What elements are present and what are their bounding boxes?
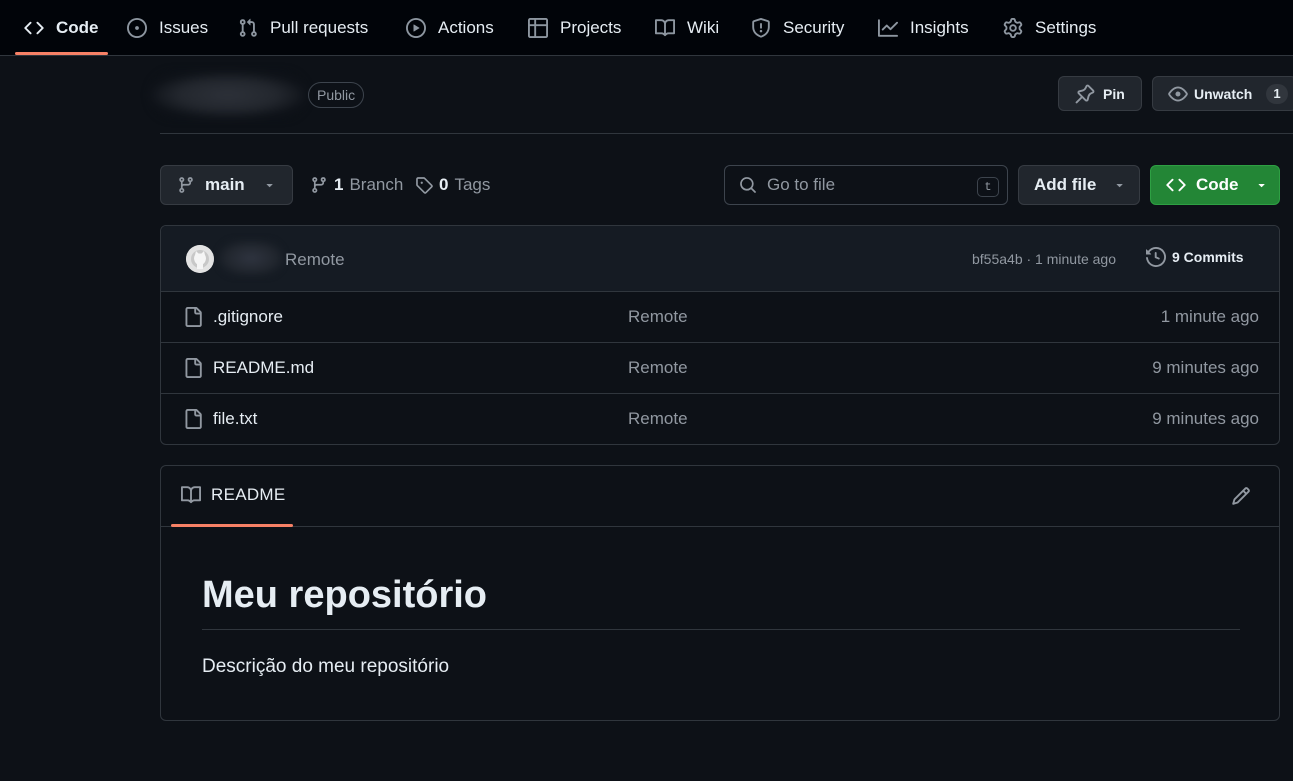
search-input[interactable] — [767, 175, 957, 195]
tab-projects[interactable]: Projects — [528, 0, 621, 55]
tab-label: Code — [56, 17, 99, 37]
file-commit-date: 1 minute ago — [1160, 307, 1259, 326]
tags-link[interactable]: 0 Tags — [415, 174, 490, 196]
book-icon — [655, 18, 675, 38]
pin-icon — [1075, 84, 1095, 104]
author-name-redacted — [218, 240, 284, 276]
latest-commit-message[interactable]: Remote — [285, 250, 345, 270]
pull-request-icon — [238, 18, 258, 38]
active-tab-indicator — [15, 52, 108, 55]
branch-select-button[interactable]: main — [160, 165, 293, 205]
chevron-down-icon — [263, 179, 275, 191]
tab-label: Insights — [910, 17, 969, 37]
file-row[interactable]: file.txt Remote 9 minutes ago — [161, 394, 1279, 444]
history-icon — [1146, 247, 1166, 267]
eye-icon — [1168, 84, 1188, 104]
tab-readme[interactable]: README — [181, 485, 286, 505]
commits-history-link[interactable]: 9 Commits — [1146, 247, 1244, 267]
graph-icon — [878, 18, 898, 38]
tab-code[interactable]: Code — [24, 0, 99, 55]
tag-count: 0 — [439, 175, 449, 194]
readme-panel: README Meu repositório Descrição do meu … — [160, 465, 1280, 721]
shield-icon — [751, 17, 771, 38]
code-icon — [1166, 175, 1186, 195]
tab-label: Projects — [560, 17, 622, 37]
file-icon — [183, 307, 203, 327]
chevron-down-icon — [1255, 179, 1267, 191]
file-name-link[interactable]: .gitignore — [213, 307, 283, 327]
file-name-link[interactable]: file.txt — [213, 409, 257, 429]
book-icon — [181, 485, 201, 505]
branch-count-label: Branch — [349, 175, 404, 194]
go-to-file-search[interactable]: t — [724, 165, 1008, 205]
readme-heading-divider — [202, 629, 1240, 630]
visibility-badge: Public — [308, 82, 365, 108]
branch-count: 1 — [334, 175, 344, 194]
readme-body-text: Descrição do meu repositório — [202, 656, 450, 677]
file-commit-message[interactable]: Remote — [628, 307, 688, 327]
tab-insights[interactable]: Insights — [878, 0, 969, 55]
file-commit-date: 9 minutes ago — [1152, 409, 1259, 428]
file-browser: Remote bf55a4b · 1 minute ago 9 Commits … — [160, 225, 1280, 445]
git-branch-icon — [310, 176, 328, 194]
pencil-icon[interactable] — [1231, 486, 1251, 506]
repo-name-redacted — [150, 72, 306, 118]
commits-count-label: 9 Commits — [1172, 249, 1244, 265]
header-divider — [160, 133, 1293, 134]
branch-name: main — [205, 175, 245, 194]
file-icon — [183, 409, 203, 429]
branches-link[interactable]: 1 Branch — [310, 174, 403, 196]
file-commit-message[interactable]: Remote — [628, 358, 688, 378]
tab-issues[interactable]: Issues — [127, 0, 208, 55]
tab-label: Wiki — [687, 17, 720, 37]
unwatch-label: Unwatch — [1194, 85, 1253, 102]
tab-actions[interactable]: Actions — [406, 0, 494, 55]
tab-label: Settings — [1035, 17, 1097, 37]
pin-button[interactable]: Pin — [1058, 76, 1142, 111]
file-commit-message[interactable]: Remote — [628, 409, 688, 429]
tab-label: Security — [783, 17, 845, 37]
git-branch-icon — [177, 176, 195, 194]
add-file-label: Add file — [1034, 175, 1097, 194]
keyboard-shortcut-hint: t — [977, 177, 999, 197]
readme-heading: Meu repositório — [202, 574, 488, 616]
code-button-label: Code — [1196, 175, 1239, 194]
tab-label: Pull requests — [270, 17, 369, 37]
tab-pull-requests[interactable]: Pull requests — [238, 0, 368, 55]
file-commit-date: 9 minutes ago — [1152, 358, 1259, 377]
tab-label: Actions — [438, 17, 494, 37]
tab-settings[interactable]: Settings — [1003, 0, 1096, 55]
file-icon — [183, 358, 203, 378]
active-tab-indicator — [171, 524, 293, 527]
file-row[interactable]: README.md Remote 9 minutes ago — [161, 343, 1279, 394]
readme-header: README — [161, 466, 1279, 527]
unwatch-button[interactable]: Unwatch 1 — [1152, 76, 1293, 111]
tab-security[interactable]: Security — [751, 0, 844, 55]
play-icon — [406, 17, 426, 38]
repo-nav: Code Issues Pull requests Actions Projec… — [0, 0, 1293, 56]
readme-tab-label: README — [211, 485, 286, 504]
pin-label: Pin — [1103, 85, 1125, 102]
tab-wiki[interactable]: Wiki — [655, 0, 719, 55]
gear-icon — [1003, 17, 1023, 38]
tag-icon — [415, 176, 433, 194]
file-row[interactable]: .gitignore Remote 1 minute ago — [161, 292, 1279, 343]
search-icon — [739, 176, 757, 194]
tag-count-label: Tags — [454, 175, 491, 194]
code-dropdown-button[interactable]: Code — [1150, 165, 1280, 205]
watchers-count: 1 — [1266, 83, 1288, 104]
add-file-button[interactable]: Add file — [1018, 165, 1140, 205]
file-name-link[interactable]: README.md — [213, 358, 314, 378]
tab-label: Issues — [159, 17, 209, 37]
latest-commit-hash-time[interactable]: bf55a4b · 1 minute ago — [972, 251, 1116, 267]
code-icon — [24, 18, 44, 38]
chevron-down-icon — [1113, 179, 1125, 191]
avatar[interactable] — [186, 245, 214, 273]
latest-commit-bar: Remote bf55a4b · 1 minute ago 9 Commits — [161, 226, 1279, 292]
issue-icon — [127, 17, 147, 38]
table-icon — [528, 17, 548, 38]
